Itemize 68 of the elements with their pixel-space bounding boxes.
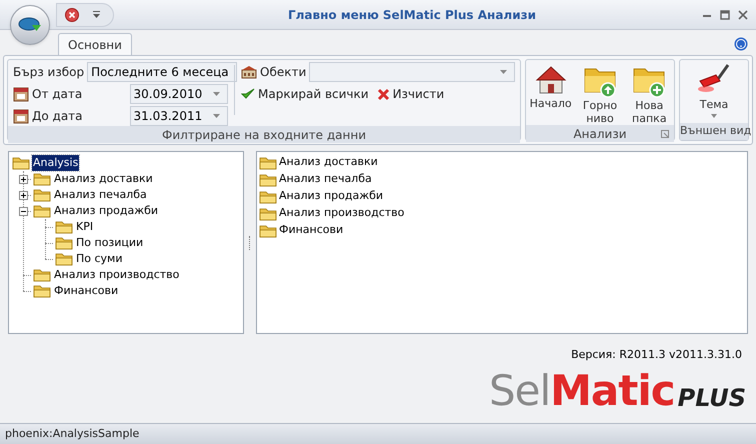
folder-icon [259,224,277,238]
folder-item[interactable]: Анализ доставки [279,154,378,171]
dialog-launcher-icon[interactable] [661,130,669,138]
close-icon [376,88,390,100]
folder-icon [33,204,51,218]
dropdown-field[interactable]: 30.09.2010 [130,84,228,104]
tree-item[interactable]: По позиции [75,234,144,252]
folder-icon [259,156,277,170]
field-label: От дата [32,86,84,103]
folder-item[interactable]: Финансови [279,222,344,239]
folder-icon [259,172,277,186]
window-title: Главно меню SelMatic Plus Анализи [286,6,538,24]
tree-item[interactable]: По суми [75,250,124,268]
field-label: Бърз избор [13,64,84,81]
calendar-icon [13,108,29,124]
dropdown-field[interactable]: Последните 6 месеца [87,62,238,82]
group-label: Анализи [526,125,674,142]
folder-icon [12,156,30,170]
folder-icon [55,236,73,250]
dropdown-field[interactable]: 31.03.2011 [130,106,228,126]
dropdown-field[interactable] [309,62,515,82]
tree-item[interactable]: Анализ доставки [53,170,154,188]
field-label: Обекти [260,64,306,81]
tree-item[interactable]: Analysis [32,154,80,172]
ribbon-button[interactable]: Начало [528,63,574,125]
status-text: phoenix:AnalysisSample [5,426,140,442]
folder-icon [33,284,51,298]
caret-icon [500,70,507,74]
group-label: Филтриране на входните данни [8,126,520,143]
field-label: До дата [32,108,84,125]
customize-icon[interactable] [93,11,100,19]
buildings-icon [241,64,257,80]
folder-icon [33,172,51,186]
close-icon[interactable] [65,8,79,22]
app-menu-button[interactable] [10,5,50,45]
caret-icon [711,114,717,118]
version-text: Версия: R2011.3 v2011.3.31.0 [571,347,742,363]
ribbon-button[interactable]: Горно ниво [576,63,623,125]
tree-item[interactable]: Финансови [53,282,120,300]
theme-button[interactable]: Тема [680,60,748,123]
folder-icon [259,190,277,204]
ribbon-tab[interactable]: Основни [58,33,132,55]
tree-item[interactable]: Анализ продажби [53,202,160,220]
folder-icon [259,206,277,220]
folder-icon [55,252,73,266]
clear-button[interactable]: Изчисти [376,85,444,103]
splitter-handle[interactable] [249,236,251,250]
folder-icon [55,220,73,234]
folder-item[interactable]: Анализ печалба [279,171,372,188]
expand-toggle[interactable] [19,174,28,184]
logo: SelMatic PLUS [488,370,746,412]
ribbon-button[interactable]: Нова папка [626,63,672,125]
maximize-icon[interactable] [720,10,730,20]
folder-icon [33,268,51,282]
close-icon[interactable] [738,10,748,20]
folder-icon [33,188,51,202]
expand-toggle[interactable] [19,190,28,200]
tree-item[interactable]: Анализ печалба [53,186,148,204]
mark-all-button[interactable]: Маркирай всички [241,85,369,103]
calendar-icon [13,86,29,102]
folder-item[interactable]: Анализ производство [279,205,404,222]
tree-item[interactable]: Анализ производство [53,266,180,284]
caret-icon [213,92,220,96]
caret-icon [213,114,220,118]
folder-item[interactable]: Анализ продажби [279,188,384,205]
tree-item[interactable]: KPI [75,218,94,236]
collapse-toggle[interactable] [19,206,28,216]
checkmark-icon [241,88,255,100]
